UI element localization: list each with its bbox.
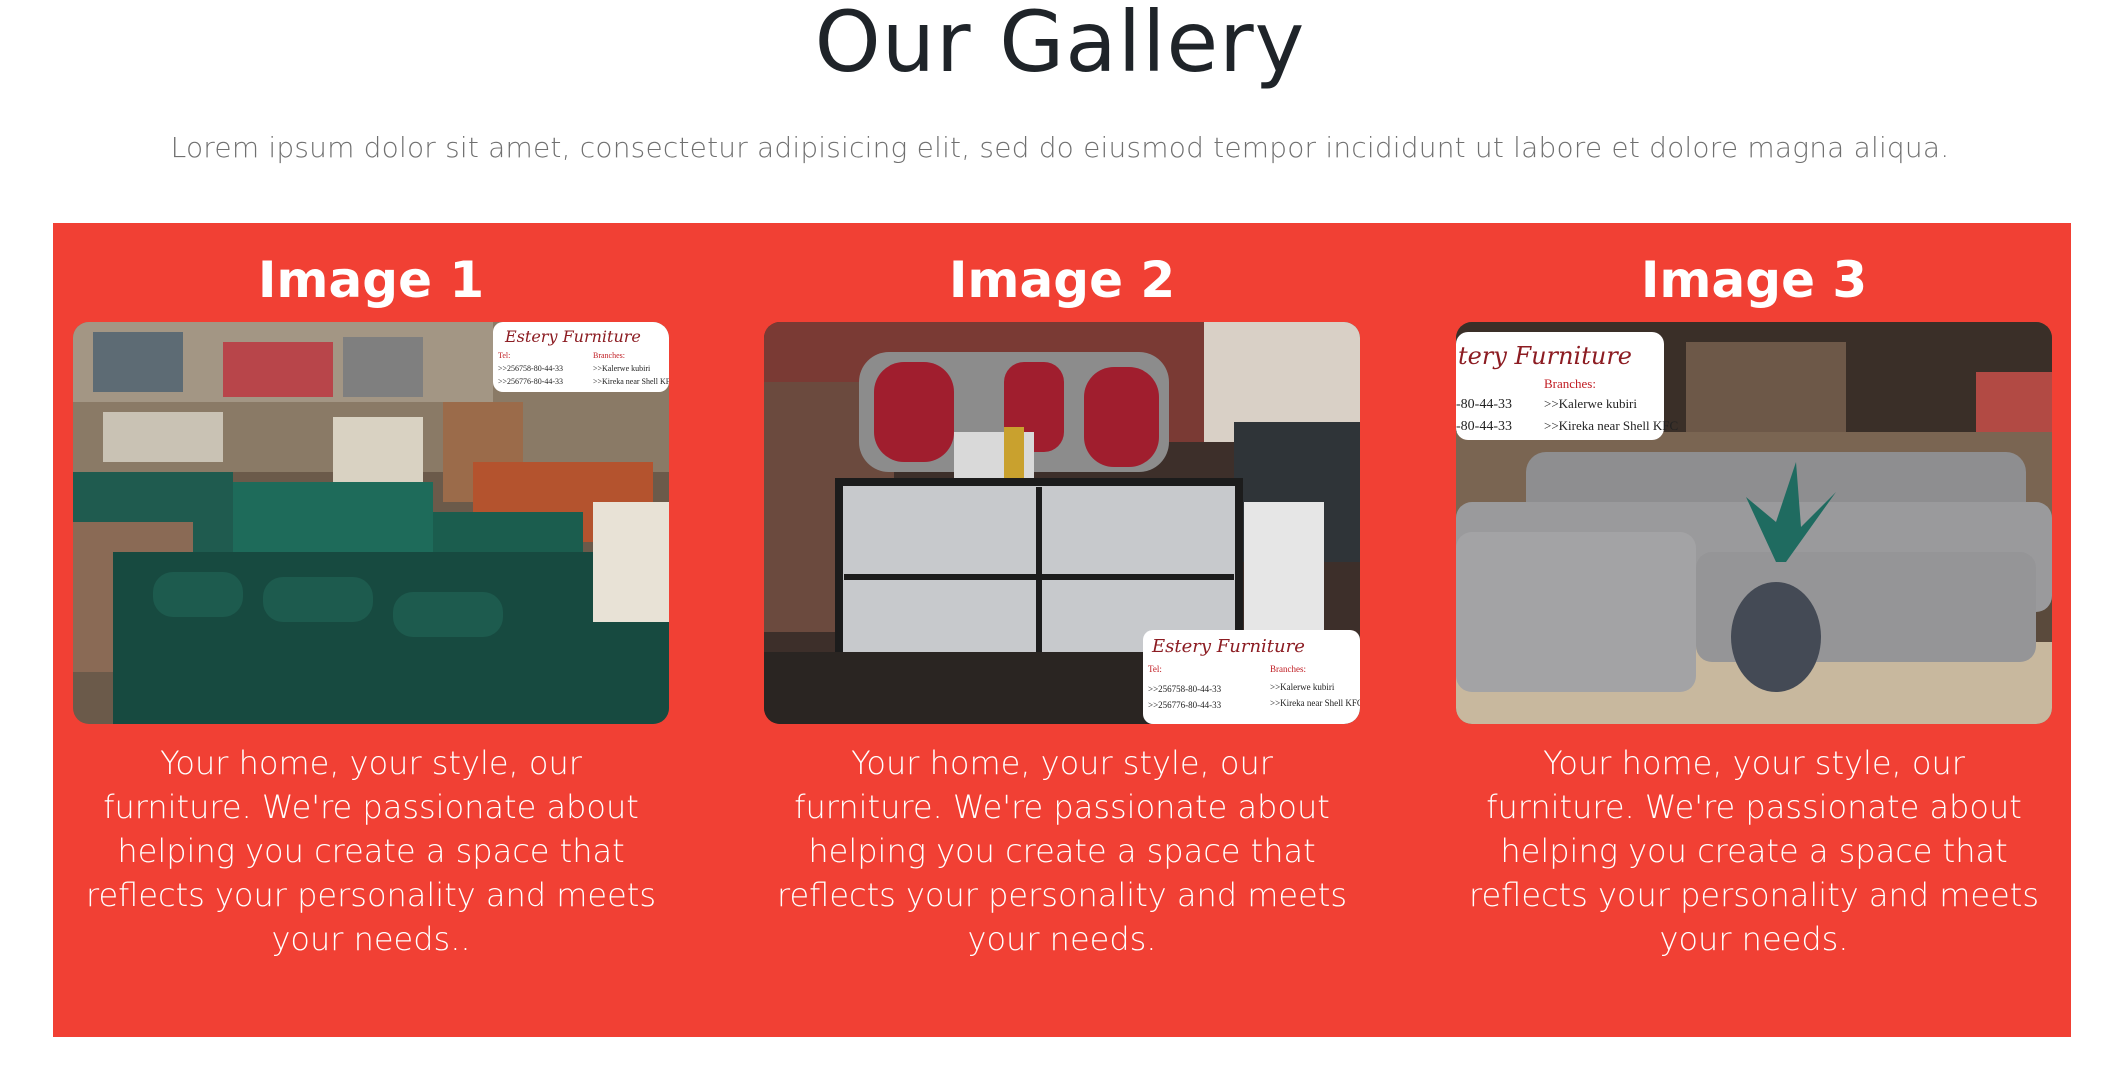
gallery-image[interactable]: Estery Furniture Tel: >>256758-80-44-33 … bbox=[73, 322, 669, 724]
sign-phone: >>256776-80-44-33 bbox=[498, 377, 563, 386]
card-title: Image 1 bbox=[257, 251, 485, 309]
gallery-card: Image 2 Estery Furniture Tel: >>256758-8… bbox=[764, 223, 1360, 1037]
sign-branch: >>Kireka near Shell KFC bbox=[1270, 698, 1360, 708]
gallery-subtitle: Lorem ipsum dolor sit amet, consectetur … bbox=[170, 131, 1950, 164]
sign-branch: >>Kireka near Shell KFC bbox=[593, 377, 669, 386]
sign-branch: >>Kalerwe kubiri bbox=[1270, 682, 1335, 692]
sign-phone: -80-44-33 bbox=[1456, 397, 1512, 412]
card-caption: Your home, your style, our furniture. We… bbox=[86, 744, 656, 958]
sign-tel-label: Tel: bbox=[498, 351, 510, 360]
card-title: Image 2 bbox=[948, 251, 1176, 309]
sign-branches-label: Branches: bbox=[1544, 376, 1596, 391]
sign-brand: Estery Furniture bbox=[504, 327, 641, 346]
card-title: Image 3 bbox=[1640, 251, 1868, 309]
sign-brand: tery Furniture bbox=[1458, 342, 1632, 370]
sign-branch: >>Kalerwe kubiri bbox=[1544, 396, 1637, 411]
green-sofa-showroom-photo: Estery Furniture Tel: >>256758-80-44-33 … bbox=[73, 322, 669, 724]
sign-phone: >>256758-80-44-33 bbox=[498, 364, 563, 373]
gallery-card: Image 3 tery Furniture -80-44-33 -80-44-… bbox=[1456, 223, 2052, 1037]
gallery-title: Our Gallery bbox=[814, 0, 1306, 91]
sign-tel-label: Tel: bbox=[1148, 664, 1162, 674]
gallery-panel: Image 1 Estery Furniture Tel: >>256758-8… bbox=[53, 223, 2071, 1037]
sign-brand: Estery Furniture bbox=[1151, 636, 1305, 657]
gallery-card: Image 1 Estery Furniture Tel: >>256758-8… bbox=[73, 223, 669, 1037]
sign-branches-label: Branches: bbox=[1270, 664, 1306, 674]
sign-branch: >>Kalerwe kubiri bbox=[593, 364, 651, 373]
gallery-image[interactable]: tery Furniture -80-44-33 -80-44-33 Branc… bbox=[1456, 322, 2052, 724]
sign-branches-label: Branches: bbox=[593, 351, 625, 360]
sofa-and-tv-stand-photo: Estery Furniture Tel: >>256758-80-44-33 … bbox=[764, 322, 1360, 724]
gallery-image[interactable]: Estery Furniture Tel: >>256758-80-44-33 … bbox=[764, 322, 1360, 724]
sign-phone: -80-44-33 bbox=[1456, 419, 1512, 434]
grey-sectional-sofa-photo: tery Furniture -80-44-33 -80-44-33 Branc… bbox=[1456, 322, 2052, 724]
sign-branch: >>Kireka near Shell KFC bbox=[1544, 418, 1678, 433]
card-caption: Your home, your style, our furniture. We… bbox=[1469, 744, 2039, 958]
sign-phone: >>256776-80-44-33 bbox=[1148, 700, 1222, 710]
sign-phone: >>256758-80-44-33 bbox=[1148, 684, 1222, 694]
card-caption: Your home, your style, our furniture. We… bbox=[777, 744, 1347, 958]
